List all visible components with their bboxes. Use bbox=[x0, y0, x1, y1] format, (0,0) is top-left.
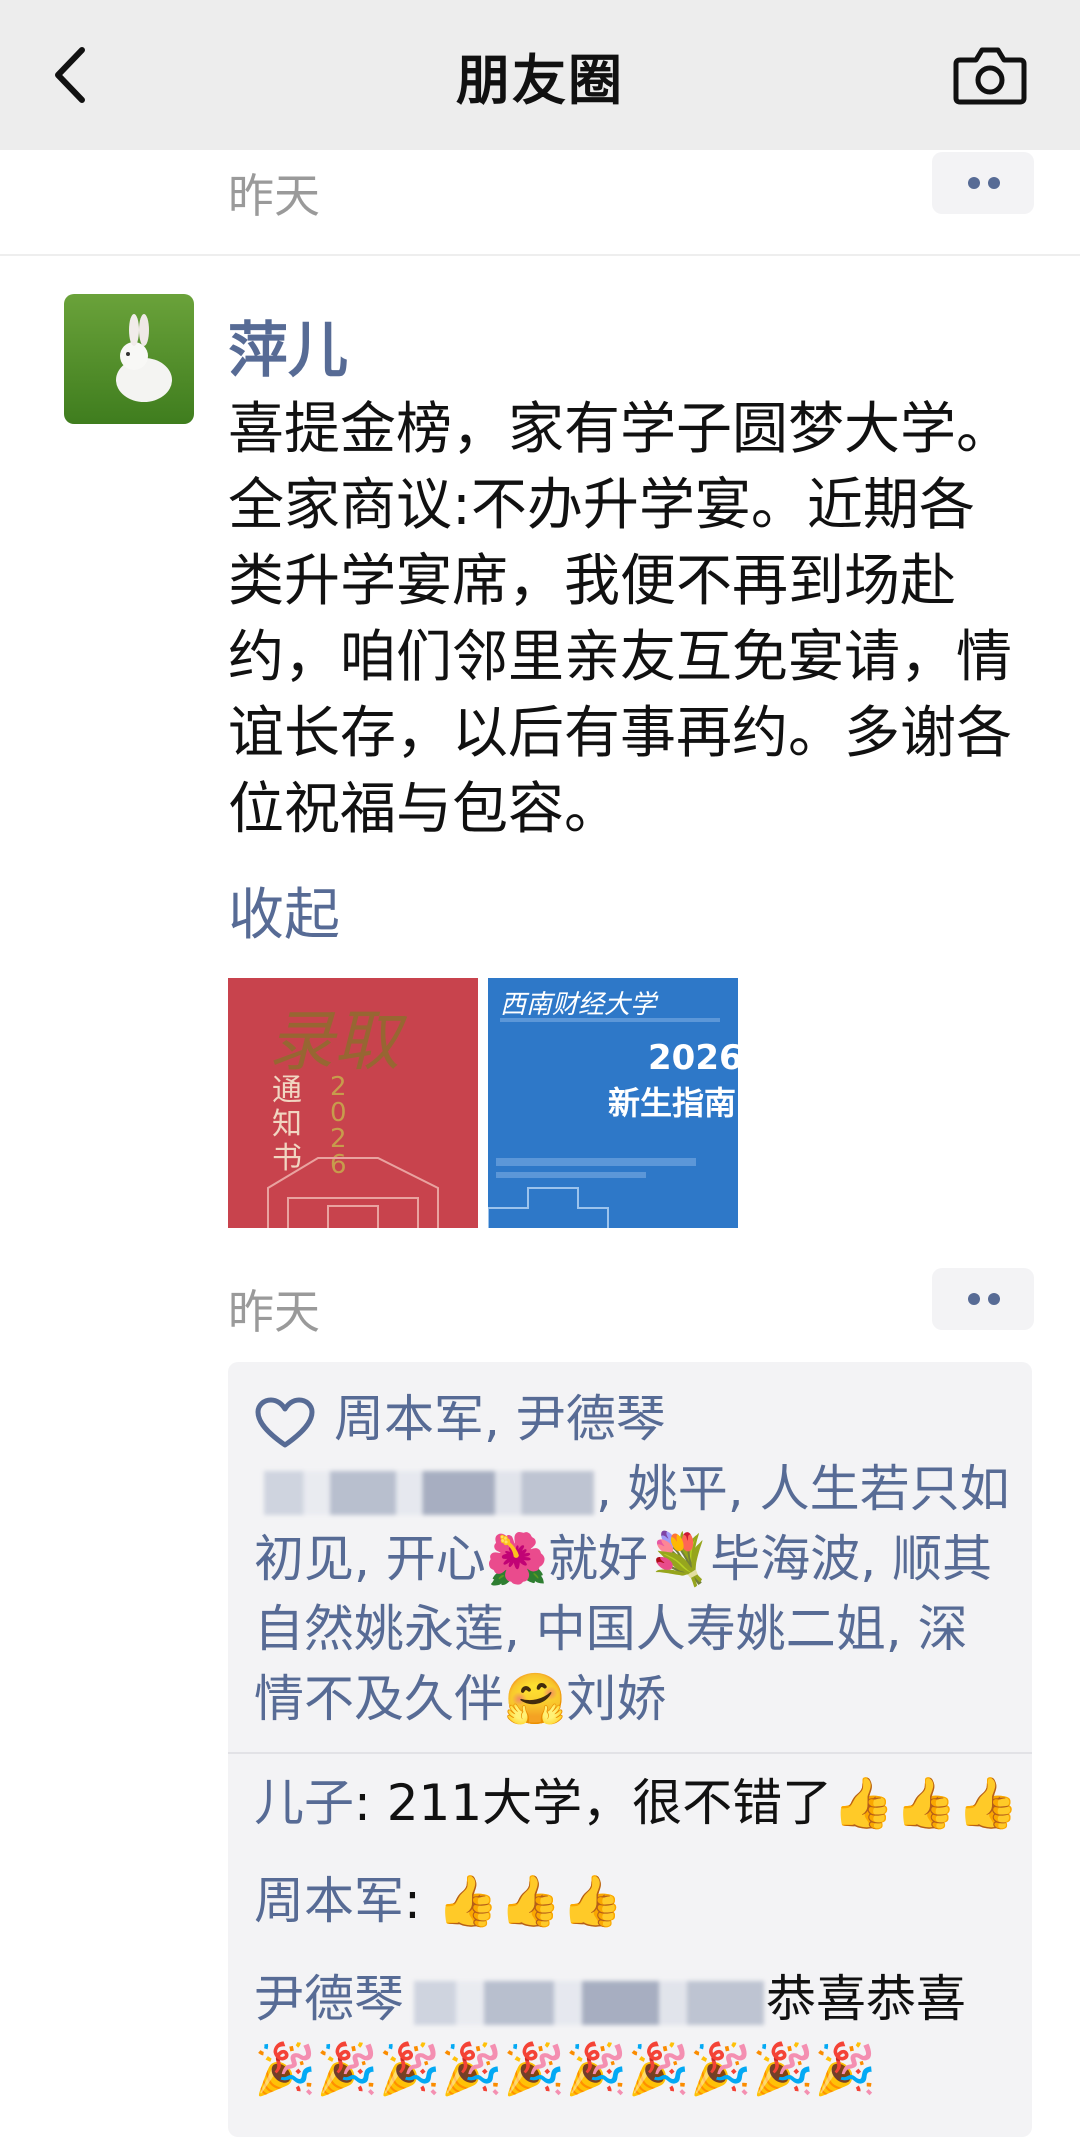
blurred-text bbox=[414, 1980, 764, 2025]
likes-list: 周本军, 尹德琴 , 姚平, 人生若只如初见, 开心🌺就好💐毕海波, 顺其自然姚… bbox=[254, 1384, 1014, 1734]
comment-item[interactable]: 周本军: 👍👍👍 bbox=[254, 1866, 1024, 1936]
post-divider bbox=[0, 254, 1080, 256]
post-more-button[interactable] bbox=[932, 1268, 1034, 1330]
post-photo-freshman-guide[interactable]: 西南财经大学 2026 新生指南 bbox=[488, 978, 738, 1228]
building-illustration bbox=[488, 1158, 696, 1228]
interactions-panel: 周本军, 尹德琴 , 姚平, 人生若只如初见, 开心🌺就好💐毕海波, 顺其自然姚… bbox=[228, 1362, 1032, 2137]
heart-icon bbox=[255, 1397, 315, 1447]
comment-item[interactable]: 儿子: 211大学，很不错了👍👍👍 bbox=[254, 1768, 1024, 1838]
likes-comments-divider bbox=[228, 1752, 1032, 1754]
photo-school-name: 西南财经大学 bbox=[500, 990, 657, 1020]
camera-icon bbox=[953, 47, 1027, 105]
likes-first-names[interactable]: 周本军, 尹德琴 bbox=[334, 1390, 666, 1448]
comment-separator: : bbox=[404, 1872, 437, 1930]
camera-button[interactable] bbox=[952, 40, 1028, 110]
collapse-link[interactable]: 收起 bbox=[228, 870, 340, 951]
photo-line bbox=[500, 1018, 720, 1022]
post-text: 喜提金榜，家有学子圆梦大学。全家商议:不办升学宴。近期各类升学宴席，我便不再到场… bbox=[228, 397, 1012, 842]
more-dot bbox=[968, 1293, 980, 1305]
post-time: 昨天 bbox=[228, 1285, 320, 1339]
comment-separator: : bbox=[354, 1774, 387, 1832]
comment-author[interactable]: 周本军 bbox=[254, 1872, 404, 1930]
comment-item[interactable]: 尹德琴 恭喜恭喜🎉🎉🎉🎉🎉🎉🎉🎉🎉🎉 bbox=[254, 1964, 1024, 2104]
avatar[interactable] bbox=[64, 294, 194, 424]
photo-year: 2026 bbox=[648, 1038, 738, 1078]
comment-author[interactable]: 儿子 bbox=[254, 1774, 354, 1832]
post-author-name[interactable]: 萍儿 bbox=[228, 302, 348, 389]
top-bar: 朋友圈 bbox=[0, 0, 1080, 150]
comment-author[interactable]: 尹德琴 bbox=[254, 1970, 404, 2028]
more-dot bbox=[988, 177, 1000, 189]
comment-text: 211大学，很不错了👍👍👍 bbox=[386, 1774, 1019, 1832]
previous-post-time: 昨天 bbox=[228, 169, 320, 223]
post-photo-admission-letter[interactable]: 录取 通知书 2026 bbox=[228, 978, 478, 1228]
comment-text: 👍👍👍 bbox=[436, 1872, 624, 1930]
photo-title-text: 录取 bbox=[268, 1003, 400, 1080]
more-dot bbox=[988, 1293, 1000, 1305]
blurred-names bbox=[264, 1470, 594, 1515]
photo-subtitle: 新生指南 bbox=[608, 1084, 737, 1122]
gate-illustration bbox=[267, 1157, 439, 1228]
rabbit-avatar-image bbox=[64, 294, 194, 424]
more-dot bbox=[968, 177, 980, 189]
previous-post-more-button[interactable] bbox=[932, 152, 1034, 214]
page-title: 朋友圈 bbox=[456, 49, 624, 112]
